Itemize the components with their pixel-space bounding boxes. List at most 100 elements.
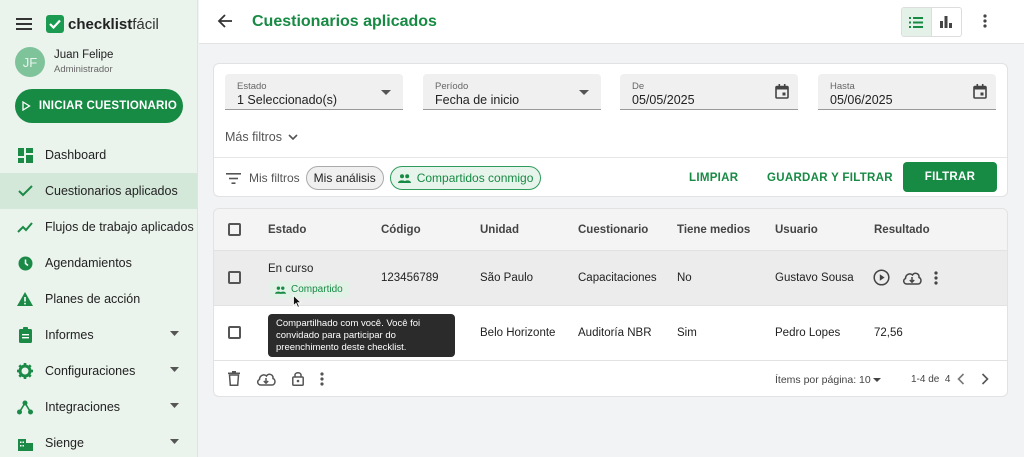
sidebar-item-label: Cuestionarios aplicados [45,184,178,198]
row-code: 123456789 [381,272,439,284]
end-date-label: Hasta [830,81,855,92]
row-questionnaire: Auditoría NBR [578,327,652,339]
sidebar-item-workflows[interactable]: Flujos de trabajo aplicados [0,209,197,245]
sidebar-item-label: Informes [45,328,94,342]
row-user: Gustavo Sousa [775,272,854,284]
start-questionnaire-button[interactable]: INICIAR CUESTIONARIO [15,89,183,123]
shared-with-me-chip[interactable]: Compartidos conmigo [389,166,542,190]
sidebar-item-label: Sienge [45,436,84,450]
cloud-download-icon[interactable] [902,271,922,285]
period-select[interactable]: Período Fecha de inicio [423,74,601,110]
sidebar-item-action-plans[interactable]: Planes de acción [0,281,197,317]
end-date-field[interactable]: Hasta 05/06/2025 [818,74,996,110]
row-actions [873,269,950,286]
chart-view-icon[interactable] [932,8,961,36]
building-icon [17,435,33,451]
select-all-checkbox[interactable] [228,223,241,236]
filter-button[interactable]: FILTRAR [903,162,997,192]
warning-icon [17,291,33,307]
my-analysis-chip[interactable]: Mis análisis [305,166,384,190]
more-vertical-icon[interactable] [983,14,987,28]
my-filters-label: Mis filtros [249,171,300,185]
end-date-value: 05/06/2025 [830,93,893,107]
list-view-icon[interactable] [902,8,932,36]
cloud-download-icon[interactable] [256,372,276,386]
sidebar-item-label: Planes de acción [45,292,141,306]
dropdown-arrow-icon [579,90,589,95]
start-date-field[interactable]: De 05/05/2025 [620,74,798,110]
items-per-page-dropdown-icon[interactable] [873,378,881,382]
status-select[interactable]: Estado 1 Seleccionado(s) [225,74,403,110]
sidebar-item-integrations[interactable]: Integraciones [0,389,197,425]
start-date-value: 05/05/2025 [632,93,695,107]
row-result: 72,56 [874,327,903,339]
menu-icon[interactable] [14,14,34,34]
chevron-right-icon[interactable] [981,373,989,385]
logo-row: checklistfácil [14,12,159,36]
shared-badge-label: Compartido [291,284,343,295]
trash-icon[interactable] [228,371,240,386]
row-unit: Belo Horizonte [480,327,556,339]
shared-badge[interactable]: Compartido [269,281,349,298]
row-checkbox[interactable] [228,326,241,339]
integration-icon [17,399,33,415]
row-has-media: Sim [677,327,697,339]
start-date-label: De [632,81,645,92]
sidebar-item-scheduling[interactable]: Agendamientos [0,245,197,281]
sidebar-item-reports[interactable]: Informes [0,317,197,353]
more-vertical-icon[interactable] [934,270,938,285]
sidebar-item-settings[interactable]: Configuraciones [0,353,197,389]
column-header-resultado[interactable]: Resultado [874,224,930,236]
calendar-icon[interactable] [973,84,987,99]
pagination-range-text: 1-4 de [911,374,940,385]
row-checkbox[interactable] [228,271,241,284]
results-table: Estado Código Unidad Cuestionario Tiene … [213,208,1008,397]
table-row[interactable]: En curso Compartido 123456789 São Paulo … [214,251,1007,306]
more-vertical-icon[interactable] [320,371,324,386]
clear-button[interactable]: LIMPIAR [689,172,738,184]
back-arrow-icon[interactable] [217,13,233,29]
play-outline-icon [22,101,31,111]
sidebar-item-sienge[interactable]: Sienge [0,425,197,457]
chevron-down-icon [170,331,179,336]
brand-logo[interactable]: checklistfácil [46,15,159,33]
pagination-range: 1-4 de 4 [911,374,950,385]
save-and-filter-button[interactable]: GUARDAR Y FILTRAR [767,172,893,184]
sidebar-item-label: Dashboard [45,148,107,162]
clipboard-icon [17,327,33,343]
sidebar-item-label: Flujos de trabajo aplicados [45,220,194,234]
mouse-cursor-icon [293,295,302,308]
play-icon[interactable] [873,269,890,286]
column-header-cuestionario[interactable]: Cuestionario [578,224,648,236]
sidebar-item-applied-questionnaires[interactable]: Cuestionarios aplicados [0,173,197,209]
row-questionnaire: Capacitaciones [578,272,657,284]
more-filters-label: Más filtros [225,130,282,144]
period-select-label: Período [435,81,469,92]
more-filters-toggle[interactable]: Más filtros [225,130,298,144]
shared-tooltip: Compartilhado com você. Você foi convida… [268,314,455,357]
sidebar-item-label: Integraciones [45,400,121,414]
user-name: Juan Felipe [54,49,114,61]
checklist-logo-icon [46,15,64,33]
column-header-unidad[interactable]: Unidad [480,224,519,236]
row-status: En curso [268,263,314,275]
status-select-label: Estado [237,81,267,92]
chevron-down-icon [170,367,179,372]
column-header-tiene-medios[interactable]: Tiene medios [677,224,750,236]
pagination-total: 4 [944,374,951,385]
dashboard-icon [17,147,33,163]
column-header-estado[interactable]: Estado [268,224,306,236]
lock-icon[interactable] [292,371,304,386]
page-title: Cuestionarios aplicados [252,13,437,30]
column-header-usuario[interactable]: Usuario [775,224,818,236]
filters-panel: Estado 1 Seleccionado(s) Período Fecha d… [213,63,1008,197]
chevron-down-icon [288,134,298,140]
user-profile[interactable]: JF Juan Felipe Administrador [15,47,113,77]
sidebar: checklistfácil JF Juan Felipe Administra… [0,0,198,457]
table-footer: Ítems por página: 10 1-4 de 4 [214,361,1007,396]
column-header-codigo[interactable]: Código [381,224,421,236]
sidebar-nav: Dashboard Cuestionarios aplicados Flujos… [0,137,197,457]
sidebar-item-dashboard[interactable]: Dashboard [0,137,197,173]
chevron-left-icon[interactable] [957,373,965,385]
calendar-icon[interactable] [775,84,789,99]
